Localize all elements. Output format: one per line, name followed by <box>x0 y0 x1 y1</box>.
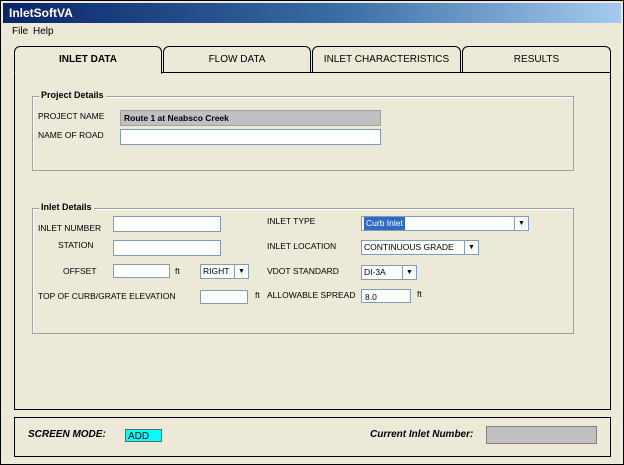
curb-elevation-label: TOP OF CURB/GRATE ELEVATION <box>38 291 176 301</box>
vdot-standard-label: VDOT STANDARD <box>267 266 339 276</box>
offset-side-value: RIGHT <box>203 266 230 276</box>
title-bar: InletSoftVA <box>3 3 621 23</box>
screen-mode-label: SCREEN MODE: <box>28 429 106 440</box>
tab-flow-data[interactable]: FLOW DATA <box>163 46 311 72</box>
offset-side-dropdown[interactable]: RIGHT ▼ <box>200 264 249 279</box>
inlet-location-dropdown[interactable]: CONTINUOUS GRADE ▼ <box>361 240 479 255</box>
inlet-number-field[interactable] <box>113 216 221 232</box>
inlet-location-value: CONTINUOUS GRADE <box>364 242 454 252</box>
project-name-field[interactable]: Route 1 at Neabsco Creek <box>120 110 381 126</box>
inlet-details-title: Inlet Details <box>39 202 94 212</box>
inlet-type-dropdown[interactable]: Curb Inlet ▼ <box>361 216 529 231</box>
chevron-down-icon[interactable]: ▼ <box>234 265 248 278</box>
vdot-standard-dropdown[interactable]: DI-3A ▼ <box>361 265 417 280</box>
project-details-title: Project Details <box>39 90 106 100</box>
inlet-number-label: INLET NUMBER <box>38 223 102 233</box>
inlet-type-label: INLET TYPE <box>267 216 316 226</box>
allowable-spread-field[interactable]: 8.0 <box>361 289 411 303</box>
station-label: STATION <box>58 240 94 250</box>
allowable-spread-label: ALLOWABLE SPREAD <box>267 290 356 300</box>
curb-elevation-field[interactable] <box>200 290 248 304</box>
offset-unit: ft <box>175 266 180 276</box>
screen-mode-value: ADD <box>125 429 162 442</box>
station-field[interactable] <box>113 240 221 256</box>
current-inlet-label: Current Inlet Number: <box>370 429 474 440</box>
offset-field[interactable] <box>113 264 170 278</box>
inlet-details-group: Inlet Details INLET NUMBER STATION OFFSE… <box>32 202 574 334</box>
menu-help[interactable]: Help <box>33 26 54 37</box>
chevron-down-icon[interactable]: ▼ <box>402 266 416 279</box>
curb-elevation-unit: ft <box>255 290 260 300</box>
tab-inlet-characteristics[interactable]: INLET CHARACTERISTICS <box>312 46 461 72</box>
status-bar: SCREEN MODE: ADD Current Inlet Number: <box>14 417 611 457</box>
project-name-label: PROJECT NAME <box>38 111 105 121</box>
tab-inlet-data[interactable]: INLET DATA <box>14 46 162 74</box>
tab-results[interactable]: RESULTS <box>462 46 611 72</box>
inlet-location-label: INLET LOCATION <box>267 241 337 251</box>
inlet-type-value: Curb Inlet <box>364 217 405 230</box>
current-inlet-field <box>486 426 597 444</box>
road-name-field[interactable] <box>120 129 381 145</box>
chevron-down-icon[interactable]: ▼ <box>464 241 478 254</box>
window-title: InletSoftVA <box>9 6 73 20</box>
allowable-spread-unit: ft <box>417 289 422 299</box>
menu-file[interactable]: File <box>12 26 28 37</box>
chevron-down-icon[interactable]: ▼ <box>514 217 528 230</box>
menu-bar: File Help <box>3 24 621 40</box>
project-details-group: Project Details PROJECT NAME Route 1 at … <box>32 90 574 171</box>
inlet-data-panel: Project Details PROJECT NAME Route 1 at … <box>14 72 611 410</box>
vdot-standard-value: DI-3A <box>364 267 386 277</box>
road-name-label: NAME OF ROAD <box>38 130 104 140</box>
offset-label: OFFSET <box>63 266 97 276</box>
app-window: InletSoftVA File Help INLET DATA FLOW DA… <box>0 0 624 465</box>
